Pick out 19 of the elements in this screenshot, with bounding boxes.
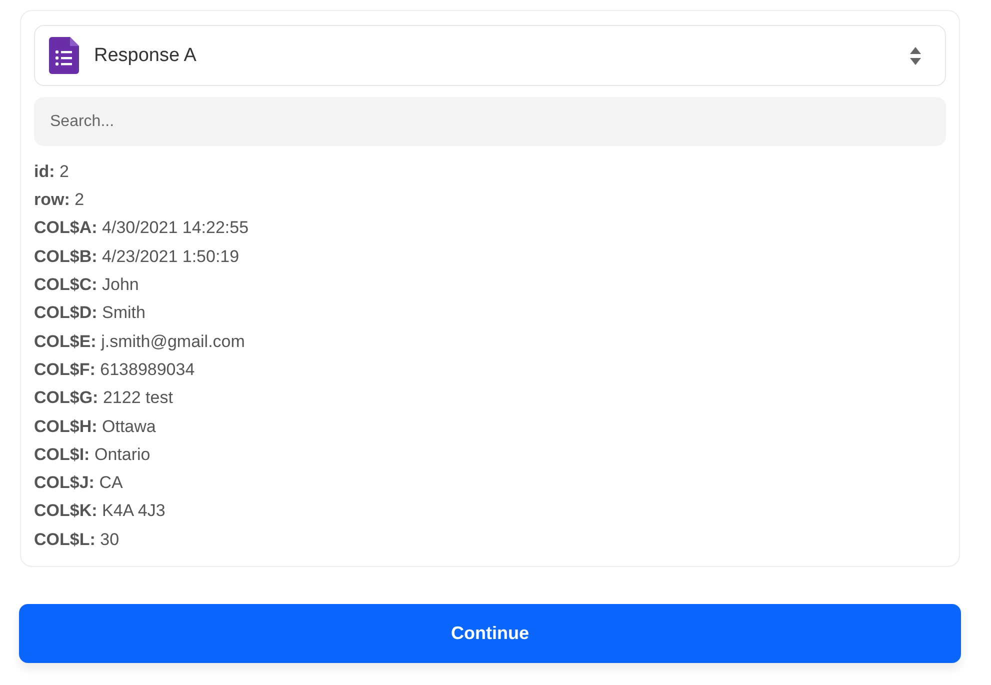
form-document-icon	[49, 37, 79, 74]
field-entry: COL$D: Smith	[34, 302, 146, 324]
response-select[interactable]: Response A	[34, 25, 946, 86]
field-entry: COL$H: Ottawa	[34, 416, 156, 438]
field-entry: COL$E: j.smith@gmail.com	[34, 330, 245, 353]
field-entry: COL$G: 2122 test	[34, 387, 173, 410]
field-entry: row: 2	[34, 189, 84, 212]
up-down-caret-icon	[910, 46, 921, 65]
field-entry: COL$J: CA	[34, 472, 123, 494]
field-entry: COL$C: John	[34, 274, 139, 296]
search-field[interactable]: Search...	[34, 97, 946, 146]
field-entry: COL$A: 4/30/2021 14:22:55	[34, 217, 249, 240]
field-entry: id: 2	[34, 160, 69, 183]
field-entry: COL$L: 30	[34, 528, 120, 551]
continue-button[interactable]: Continue	[19, 604, 961, 663]
field-entry: COL$K: K4A 4J3	[34, 500, 166, 522]
field-entry: COL$B: 4/23/2021 1:50:19	[34, 246, 240, 268]
field-entry: COL$I: Ontario	[34, 444, 150, 466]
field-entry: COL$F: 6138989034	[34, 358, 195, 381]
